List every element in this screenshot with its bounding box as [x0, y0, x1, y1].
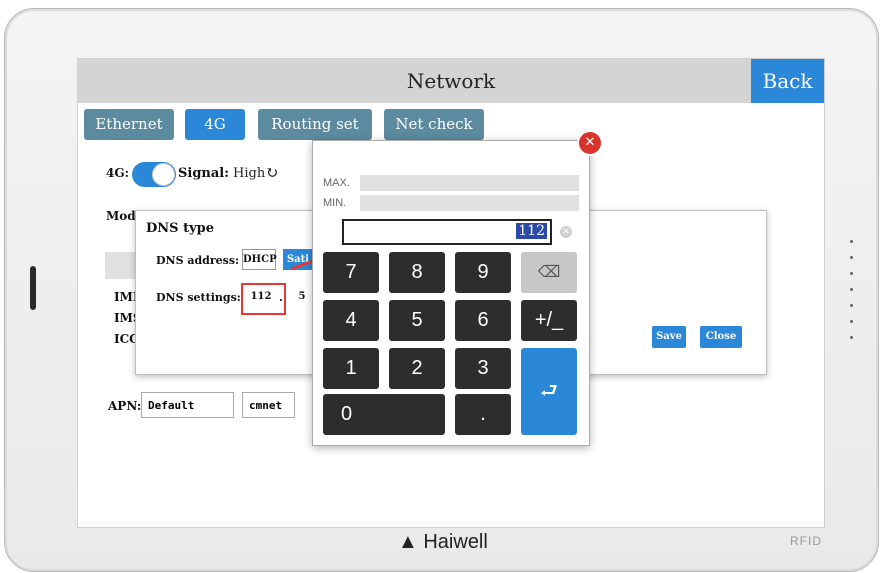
signal-value: High [233, 166, 266, 181]
keypad-close-icon[interactable]: ✕ [577, 130, 603, 156]
key-3[interactable]: 3 [455, 348, 511, 389]
dns-dialog-title: DNS type [146, 221, 214, 236]
fourg-label: 4G: [106, 166, 130, 180]
min-value-bar [360, 195, 579, 211]
dns-settings-label: DNS settings: [156, 291, 241, 304]
apn-option-button[interactable]: cmnet [242, 392, 295, 418]
brand-logo: ▲ Haiwell [398, 531, 488, 554]
apn-input[interactable]: Default [141, 392, 234, 418]
enter-key[interactable]: ⮐ [521, 348, 577, 435]
tab-routing-set[interactable]: Routing set [258, 109, 372, 140]
max-label: MAX. [323, 177, 350, 189]
toggle-knob [152, 163, 175, 186]
fourg-toggle[interactable] [132, 162, 176, 187]
dhcp-option[interactable]: DHCP [242, 249, 277, 270]
numeric-keypad: ✕ MAX. MIN. 112 ✕ 7 8 9 ⌫ 4 5 6 +/_ 1 2 … [312, 130, 603, 446]
key-6[interactable]: 6 [455, 300, 511, 341]
min-label: MIN. [323, 197, 347, 209]
key-7[interactable]: 7 [323, 252, 379, 293]
apn-label: APN: [108, 399, 142, 413]
brand-name: Haiwell [423, 531, 488, 553]
key-1[interactable]: 1 [323, 348, 379, 389]
keypad-display[interactable]: 112 [342, 219, 552, 245]
speaker-dots [849, 240, 855, 352]
key-4[interactable]: 4 [323, 300, 379, 341]
key-2[interactable]: 2 [389, 348, 445, 389]
sign-key[interactable]: +/_ [521, 300, 577, 341]
refresh-icon[interactable]: ↻ [265, 163, 278, 182]
key-8[interactable]: 8 [389, 252, 445, 293]
max-value-bar [360, 175, 579, 191]
logo-mark-icon: ▲ [398, 531, 418, 553]
signal-label: Signal: [178, 166, 230, 181]
clear-icon[interactable]: ✕ [560, 226, 572, 238]
tab-net-check[interactable]: Net check [384, 109, 484, 140]
highlight-box [241, 283, 286, 315]
display-value: 112 [516, 223, 547, 239]
back-button[interactable]: Back [751, 59, 824, 103]
close-button[interactable]: Close [700, 326, 742, 348]
dns-address-label: DNS address: [156, 254, 240, 267]
key-9[interactable]: 9 [455, 252, 511, 293]
title-bar: Network Back [78, 59, 824, 103]
dns-octet-2-input[interactable]: 5 [291, 287, 313, 309]
tab-4g[interactable]: 4G [185, 109, 245, 140]
rfid-label: RFID [790, 534, 822, 548]
device-side-button [30, 266, 36, 310]
key-5[interactable]: 5 [389, 300, 445, 341]
page-title: Network [406, 69, 496, 93]
tab-ethernet[interactable]: Ethernet [84, 109, 174, 140]
save-button[interactable]: Save [652, 326, 686, 348]
key-0[interactable]: 0 [323, 394, 445, 435]
backspace-key[interactable]: ⌫ [521, 252, 577, 293]
key-dot[interactable]: . [455, 394, 511, 435]
